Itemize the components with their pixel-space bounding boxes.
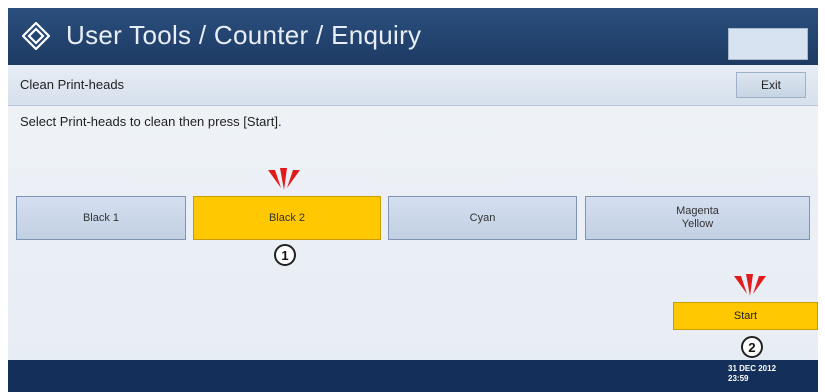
time-text: 23:59 (728, 374, 749, 383)
date-text: 31 DEC 2012 (728, 364, 777, 373)
sub-title: Clean Print-heads (20, 77, 125, 92)
print-head-cyan-button[interactable]: Cyan (388, 196, 577, 240)
main-area: Select Print-heads to clean then press [… (8, 106, 818, 361)
pointer-burst-icon (734, 274, 766, 296)
pointer-burst-icon (268, 168, 300, 190)
print-head-black1-button[interactable]: Black 1 (16, 196, 186, 240)
title-bar: User Tools / Counter / Enquiry (8, 8, 818, 65)
print-head-magenta-yellow-button[interactable]: Magenta Yellow (585, 196, 810, 240)
screen: User Tools / Counter / Enquiry Clean Pri… (0, 0, 825, 392)
datetime-display: 31 DEC 2012 23:59 (728, 364, 776, 384)
instruction-text: Select Print-heads to clean then press [… (20, 114, 282, 129)
sub-header: Clean Print-heads Exit (8, 65, 818, 106)
step-marker-1: 1 (274, 244, 296, 266)
page-title: User Tools / Counter / Enquiry (66, 20, 422, 50)
print-head-black2-button[interactable]: Black 2 (193, 196, 381, 240)
diamond-logo-icon (22, 22, 50, 50)
exit-button[interactable]: Exit (736, 72, 806, 98)
header-action-button[interactable] (728, 28, 808, 60)
step-marker-2: 2 (741, 336, 763, 358)
footer: 31 DEC 2012 23:59 (8, 360, 818, 392)
start-button[interactable]: Start (673, 302, 818, 330)
